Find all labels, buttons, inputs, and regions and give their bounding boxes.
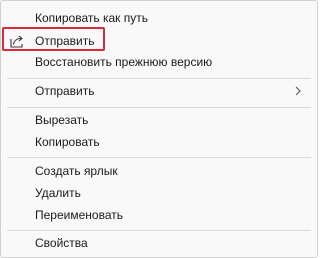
menu-item-label: Создать ярлык — [35, 164, 118, 178]
menu-item-restore-previous-version[interactable]: Восстановить прежнюю версию — [1, 50, 317, 74]
menu-item-create-shortcut[interactable]: Создать ярлык — [1, 159, 317, 183]
menu-item-cut[interactable]: Вырезать — [1, 108, 317, 132]
share-icon — [10, 35, 23, 48]
menu-item-label: Отправить — [35, 34, 95, 48]
menu-item-label: Восстановить прежнюю версию — [35, 55, 213, 69]
menu-item-delete[interactable]: Удалить — [1, 181, 317, 205]
menu-item-send-to[interactable]: Отправить — [1, 79, 317, 103]
menu-item-properties[interactable]: Свойства — [1, 231, 317, 255]
menu-item-copy-as-path[interactable]: Копировать как путь — [1, 6, 317, 30]
menu-item-label: Переименовать — [35, 208, 123, 222]
context-menu: Копировать как путь Отправить Восстанови… — [0, 0, 318, 258]
menu-item-rename[interactable]: Переименовать — [1, 203, 317, 227]
chevron-right-icon — [295, 86, 301, 96]
menu-item-label: Свойства — [35, 236, 88, 250]
menu-item-label: Удалить — [35, 186, 81, 200]
menu-separator — [7, 157, 311, 158]
menu-item-label: Копировать — [35, 135, 100, 149]
menu-item-label: Вырезать — [35, 113, 89, 127]
menu-item-label: Копировать как путь — [35, 11, 148, 25]
menu-item-copy[interactable]: Копировать — [1, 130, 317, 154]
menu-item-label: Отправить — [35, 84, 95, 98]
